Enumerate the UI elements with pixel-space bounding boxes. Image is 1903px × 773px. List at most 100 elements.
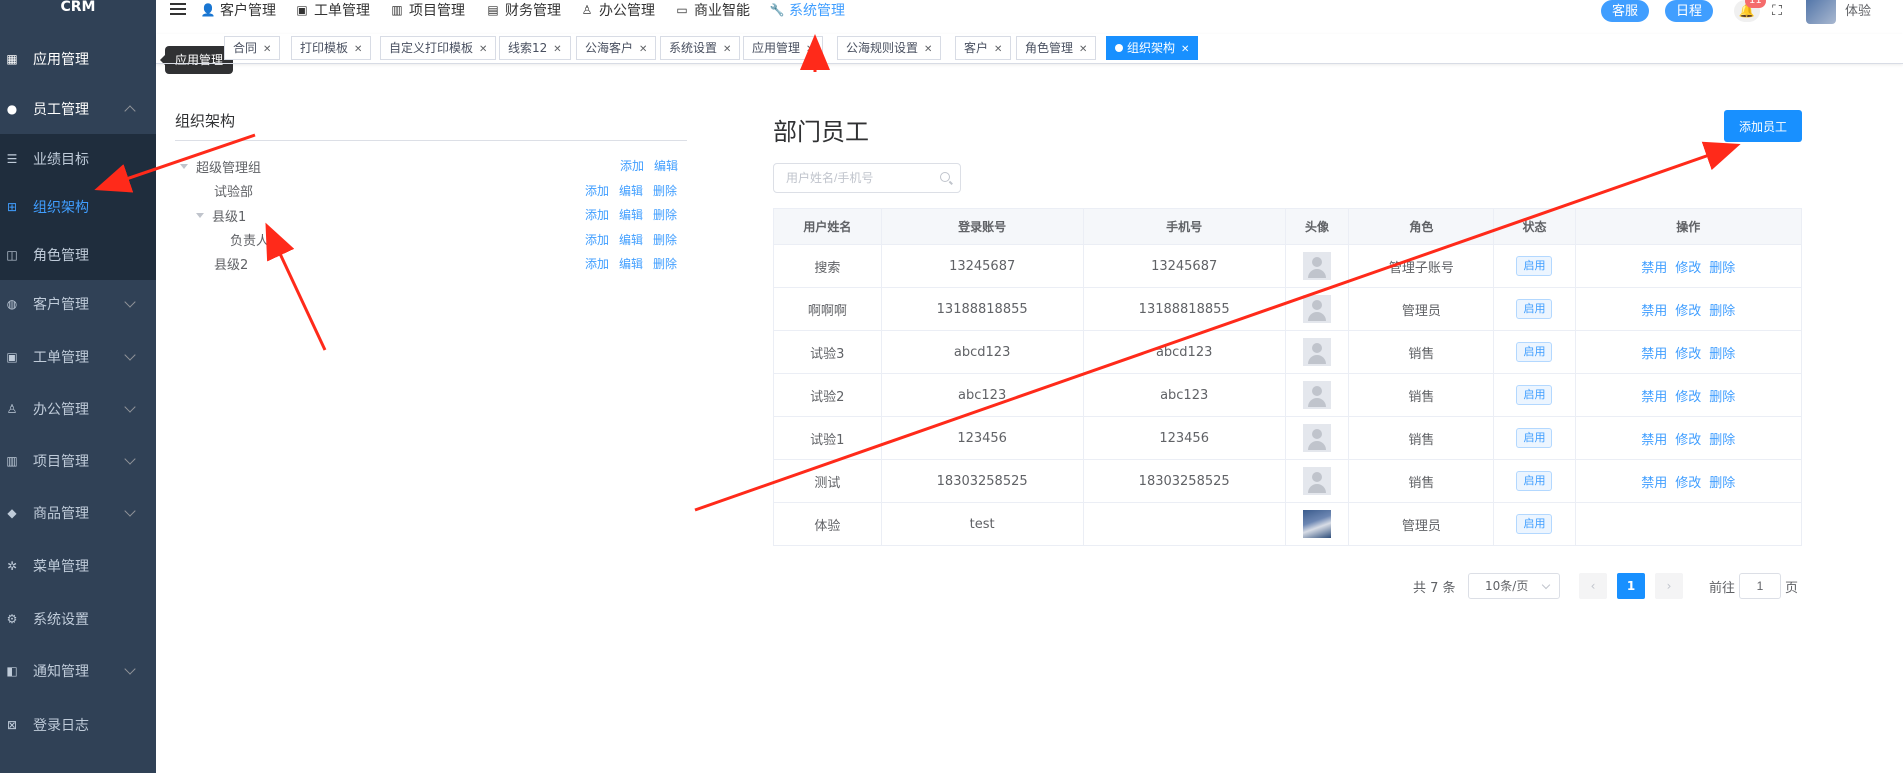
- add-link[interactable]: 添加: [585, 231, 609, 248]
- delete-link[interactable]: 删除: [653, 182, 677, 199]
- add-link[interactable]: 添加: [585, 255, 609, 272]
- close-icon[interactable]: ✕: [806, 44, 814, 55]
- close-icon[interactable]: ✕: [1079, 44, 1087, 55]
- close-icon[interactable]: ✕: [479, 44, 487, 55]
- modify-link[interactable]: 修改: [1675, 433, 1701, 448]
- page-number-button[interactable]: 1: [1617, 573, 1645, 599]
- close-icon[interactable]: ✕: [263, 44, 271, 55]
- sidebar-item-login-log[interactable]: ⊠ 登录日志: [0, 700, 156, 750]
- modify-link[interactable]: 修改: [1675, 476, 1701, 491]
- tab-customer[interactable]: 客户 ✕: [955, 36, 1012, 60]
- page-size-select[interactable]: 10条/页: [1468, 573, 1560, 599]
- delete-link[interactable]: 删除: [1709, 261, 1735, 276]
- disable-link[interactable]: 禁用: [1641, 390, 1667, 405]
- tree-node-owner[interactable]: 负责人: [230, 229, 269, 249]
- delete-link[interactable]: 删除: [1709, 433, 1735, 448]
- caret-down-icon[interactable]: [180, 163, 188, 169]
- edit-link[interactable]: 编辑: [654, 157, 678, 174]
- search-icon[interactable]: [940, 172, 950, 182]
- cell-name: 测试: [773, 459, 882, 503]
- edit-link[interactable]: 编辑: [619, 231, 643, 248]
- sidebar-item-customer-management[interactable]: ◍ 客户管理: [0, 279, 156, 329]
- sidebar-item-office-management[interactable]: ♙ 办公管理: [0, 384, 156, 434]
- topnav-finance[interactable]: ▤ 财务管理: [486, 0, 561, 20]
- delete-link[interactable]: 删除: [653, 231, 677, 248]
- topnav-ticket[interactable]: ▣ 工单管理: [295, 0, 370, 20]
- sidebar-item-system-settings[interactable]: ⚙ 系统设置: [0, 594, 156, 644]
- modify-link[interactable]: 修改: [1675, 304, 1701, 319]
- schedule-button[interactable]: 日程: [1665, 0, 1714, 22]
- sidebar-item-menu-management[interactable]: ✲ 菜单管理: [0, 541, 156, 591]
- next-page-button[interactable]: ›: [1655, 573, 1683, 599]
- close-icon[interactable]: ✕: [354, 44, 362, 55]
- sidebar-item-role-management[interactable]: ◫ 角色管理: [0, 230, 156, 280]
- topnav-bi[interactable]: ▭ 商业智能: [675, 0, 750, 20]
- tab-contract[interactable]: 合同 ✕: [224, 36, 281, 60]
- tree-node-county1[interactable]: 县级1: [196, 205, 246, 225]
- edit-link[interactable]: 编辑: [619, 255, 643, 272]
- edit-link[interactable]: 编辑: [619, 182, 643, 199]
- customer-icon: 👤: [200, 3, 216, 17]
- hamburger-icon[interactable]: [170, 3, 186, 17]
- topnav-customer[interactable]: 👤 客户管理: [201, 0, 276, 20]
- delete-link[interactable]: 删除: [1709, 304, 1735, 319]
- delete-link[interactable]: 删除: [653, 255, 677, 272]
- edit-link[interactable]: 编辑: [619, 206, 643, 223]
- delete-link[interactable]: 删除: [1709, 476, 1735, 491]
- tab-role-management[interactable]: 角色管理 ✕: [1016, 36, 1097, 60]
- close-icon[interactable]: ✕: [723, 44, 731, 55]
- topnav-system[interactable]: 🔧 系统管理: [770, 0, 845, 20]
- tab-leads[interactable]: 线索12 ✕: [499, 36, 571, 60]
- chevron-down-icon: [124, 349, 136, 361]
- sidebar-item-project-management[interactable]: ▥ 项目管理: [0, 436, 156, 486]
- service-button[interactable]: 客服: [1601, 0, 1650, 22]
- delete-link[interactable]: 删除: [653, 206, 677, 223]
- disable-link[interactable]: 禁用: [1641, 433, 1667, 448]
- add-link[interactable]: 添加: [585, 206, 609, 223]
- delete-link[interactable]: 删除: [1709, 347, 1735, 362]
- sidebar-item-product-management[interactable]: ◆ 商品管理: [0, 488, 156, 538]
- status-badge: 启用: [1516, 471, 1553, 491]
- tab-print-template[interactable]: 打印模板 ✕: [291, 36, 372, 60]
- modify-link[interactable]: 修改: [1675, 347, 1701, 362]
- disable-link[interactable]: 禁用: [1641, 261, 1667, 276]
- tab-public-customers[interactable]: 公海客户 ✕: [576, 36, 657, 60]
- fullscreen-icon[interactable]: ⛶: [1765, 0, 1789, 22]
- tab-custom-print-template[interactable]: 自定义打印模板 ✕: [380, 36, 497, 60]
- search-input[interactable]: [774, 164, 924, 192]
- caret-down-icon[interactable]: [196, 212, 204, 218]
- sidebar-item-app-management[interactable]: ▦ 应用管理: [0, 34, 156, 84]
- close-icon[interactable]: ✕: [639, 44, 647, 55]
- disable-link[interactable]: 禁用: [1641, 304, 1667, 319]
- disable-link[interactable]: 禁用: [1641, 476, 1667, 491]
- close-icon[interactable]: ✕: [994, 44, 1002, 55]
- close-icon[interactable]: ✕: [1181, 44, 1189, 55]
- add-link[interactable]: 添加: [585, 182, 609, 199]
- tree-node-super-admin[interactable]: 超级管理组: [180, 156, 261, 176]
- close-icon[interactable]: ✕: [553, 44, 561, 55]
- prev-page-button[interactable]: ‹: [1579, 573, 1607, 599]
- modify-link[interactable]: 修改: [1675, 261, 1701, 276]
- disable-link[interactable]: 禁用: [1641, 347, 1667, 362]
- add-employee-button[interactable]: 添加员工: [1724, 110, 1802, 142]
- sidebar-item-ticket-management[interactable]: ▣ 工单管理: [0, 332, 156, 382]
- sidebar-item-notify-management[interactable]: ◧ 通知管理: [0, 646, 156, 696]
- sidebar-item-performance-target[interactable]: ☰ 业绩目标: [0, 134, 156, 184]
- tree-node-dept[interactable]: 试验部: [214, 180, 253, 200]
- sidebar-item-employee-management[interactable]: ● 员工管理: [0, 84, 156, 134]
- tab-org-structure[interactable]: 组织架构 ✕: [1106, 36, 1199, 60]
- username[interactable]: 体验: [1845, 0, 1871, 19]
- topnav-project[interactable]: ▥ 项目管理: [390, 0, 465, 20]
- add-link[interactable]: 添加: [620, 157, 644, 174]
- avatar[interactable]: [1806, 0, 1836, 24]
- goto-page-input[interactable]: [1739, 573, 1781, 599]
- tab-system-settings[interactable]: 系统设置 ✕: [660, 36, 741, 60]
- topnav-office[interactable]: ♙ 办公管理: [580, 0, 655, 20]
- close-icon[interactable]: ✕: [924, 44, 932, 55]
- tab-public-rules[interactable]: 公海规则设置 ✕: [837, 36, 942, 60]
- sidebar-item-org-structure[interactable]: ⊞ 组织架构: [0, 182, 156, 232]
- tab-app-management[interactable]: 应用管理 ✕: [743, 36, 824, 60]
- modify-link[interactable]: 修改: [1675, 390, 1701, 405]
- tree-node-county2[interactable]: 县级2: [214, 253, 248, 273]
- delete-link[interactable]: 删除: [1709, 390, 1735, 405]
